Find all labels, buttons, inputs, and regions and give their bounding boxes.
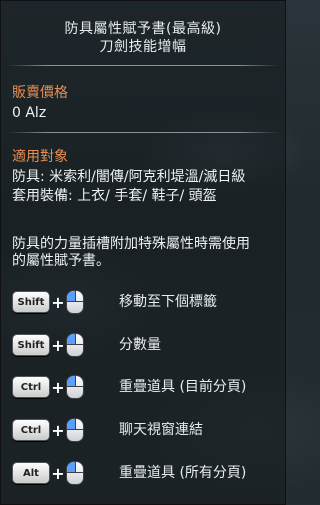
description-line2: 的屬性賦予書。 xyxy=(12,253,110,269)
plus-icon: + xyxy=(51,463,65,483)
item-title: 防具屬性賦予書(最高級) 刀劍技能增幅 xyxy=(1,20,285,56)
shift-key-icon: Shift xyxy=(12,291,50,313)
price-label: 販賣價格 xyxy=(12,85,68,101)
applicable-armor: 防具: 米索利/闇傳/阿克利堤溫/滅日級 xyxy=(12,169,246,185)
shortcut-row: Alt + xyxy=(12,461,84,485)
ctrl-key-icon: Ctrl xyxy=(12,376,50,398)
plus-icon: + xyxy=(51,335,65,355)
item-tooltip: 防具屬性賦予書(最高級) 刀劍技能增幅 販賣價格 0 Alz 適用對象 防具: … xyxy=(0,0,286,505)
shortcut-action: 聊天視窗連結 xyxy=(119,422,203,438)
divider xyxy=(7,65,279,66)
plus-icon: + xyxy=(51,377,65,397)
left-mouse-button-icon xyxy=(66,333,84,357)
applicable-equipment: 套用裝備: 上衣/ 手套/ 鞋子/ 頭盔 xyxy=(12,188,217,204)
left-mouse-button-icon xyxy=(66,461,84,485)
ctrl-key-icon: Ctrl xyxy=(12,419,50,441)
item-subtitle: 刀劍技能增幅 xyxy=(99,39,187,55)
alt-key-icon: Alt xyxy=(12,462,50,484)
shortcut-action: 移動至下個標籤 xyxy=(119,294,217,310)
left-mouse-button-icon xyxy=(66,418,84,442)
shift-key-icon: Shift xyxy=(12,334,50,356)
shortcut-row: Ctrl + xyxy=(12,418,84,442)
applicable-label: 適用對象 xyxy=(12,149,68,165)
shortcut-action: 重疊道具 (所有分頁) xyxy=(119,465,247,481)
left-mouse-button-icon xyxy=(66,290,84,314)
plus-icon: + xyxy=(51,420,65,440)
description-line1: 防具的力量插槽附加特殊屬性時需使用 xyxy=(12,236,250,252)
divider xyxy=(7,132,279,133)
plus-icon: + xyxy=(51,292,65,312)
left-mouse-button-icon xyxy=(66,375,84,399)
price-value: 0 Alz xyxy=(12,105,47,121)
shortcut-row: Shift + xyxy=(12,290,84,314)
shortcut-row: Ctrl + xyxy=(12,375,84,399)
shortcut-action: 重疊道具 (目前分頁) xyxy=(119,379,247,395)
shortcut-action: 分數量 xyxy=(119,337,161,353)
shortcut-row: Shift + xyxy=(12,333,84,357)
item-name: 防具屬性賦予書(最高級) xyxy=(64,21,222,37)
